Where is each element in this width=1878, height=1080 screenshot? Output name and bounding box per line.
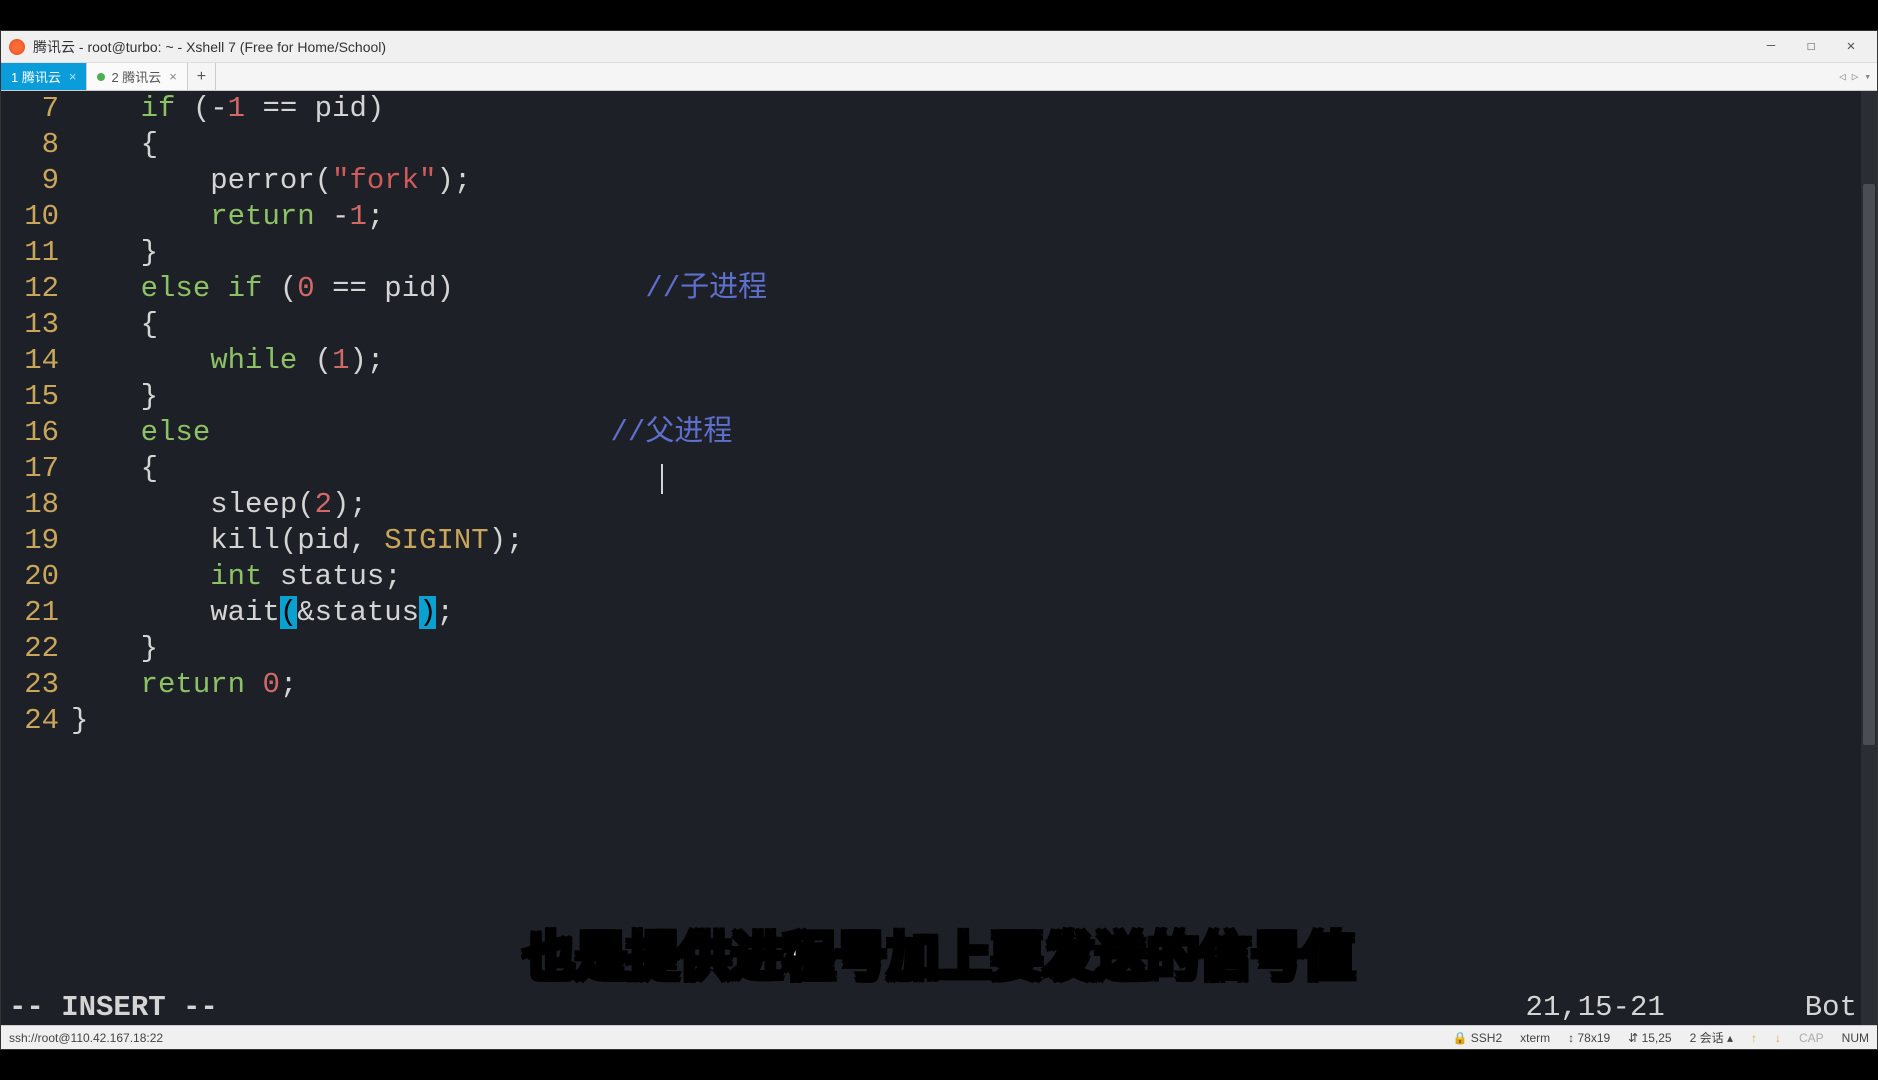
line-number: 7 [1, 91, 71, 127]
vim-cursor-pos: 21,15-21 [1526, 991, 1665, 1024]
vim-mode: -- INSERT -- [1, 991, 1526, 1024]
line-number: 16 [1, 415, 71, 451]
status-right: 🔒 SSH2 xterm ↕ 78x19 ⇵ 15,25 2 会话 ▴ ↑ ↓ … [1452, 1029, 1869, 1046]
code-line: 13 { [1, 307, 1877, 343]
tab-add-button[interactable]: + [188, 63, 216, 90]
status-term: xterm [1520, 1031, 1550, 1045]
editor-area[interactable]: 7 if (-1 == pid) 8 { 9 perror("fork"); 1… [1, 91, 1877, 1025]
status-caps: CAP [1799, 1031, 1824, 1045]
line-number: 18 [1, 487, 71, 523]
code-line: 10 return -1; [1, 199, 1877, 235]
code-line: 17 { [1, 451, 1877, 487]
tab-2[interactable]: 2 腾讯云 × [87, 63, 187, 90]
line-number: 17 [1, 451, 71, 487]
line-number: 22 [1, 631, 71, 667]
line-number: 24 [1, 703, 71, 739]
line-number: 15 [1, 379, 71, 415]
status-cursor: 15,25 [1642, 1031, 1672, 1045]
line-number: 21 [1, 595, 71, 631]
status-size: 78x19 [1577, 1031, 1610, 1045]
upload-icon[interactable]: ↑ [1751, 1031, 1757, 1045]
scrollbar[interactable] [1861, 91, 1877, 1025]
tab-menu-icon[interactable]: ▾ [1862, 70, 1873, 84]
connection-string: ssh://root@110.42.167.18:22 [9, 1031, 1452, 1045]
code-line: 9 perror("fork"); [1, 163, 1877, 199]
app-window: 腾讯云 - root@turbo: ~ - Xshell 7 (Free for… [0, 30, 1878, 1050]
code-line: 23 return 0; [1, 667, 1877, 703]
window-title: 腾讯云 - root@turbo: ~ - Xshell 7 (Free for… [33, 37, 1761, 57]
tab-close-icon[interactable]: × [69, 69, 77, 84]
tab-bar: 1 腾讯云 × 2 腾讯云 × + ◁ ▷ ▾ [1, 63, 1877, 91]
line-number: 23 [1, 667, 71, 703]
vim-status-line: -- INSERT -- 21,15-21 Bot [1, 989, 1877, 1025]
app-icon [9, 39, 25, 55]
scrollbar-thumb[interactable] [1863, 184, 1875, 744]
code-line: 20 int status; [1, 559, 1877, 595]
title-bar: 腾讯云 - root@turbo: ~ - Xshell 7 (Free for… [1, 31, 1877, 63]
status-bar: ssh://root@110.42.167.18:22 🔒 SSH2 xterm… [1, 1025, 1877, 1049]
code-line: 22 } [1, 631, 1877, 667]
line-number: 9 [1, 163, 71, 199]
lock-icon: 🔒 [1452, 1031, 1467, 1045]
code-line: 7 if (-1 == pid) [1, 91, 1877, 127]
code-line: 15 } [1, 379, 1877, 415]
tab-status-dot-icon [97, 73, 105, 81]
bracket-match-close: ) [419, 596, 436, 629]
line-number: 13 [1, 307, 71, 343]
vim-scroll-pos: Bot [1805, 991, 1857, 1024]
tab-label: 1 腾讯云 [11, 67, 61, 86]
code-line: 12 else if (0 == pid) //子进程 [1, 271, 1877, 307]
status-num: NUM [1842, 1031, 1869, 1045]
maximize-button[interactable]: ☐ [1801, 38, 1821, 55]
code-line: 18 sleep(2); [1, 487, 1877, 523]
status-protocol: SSH2 [1471, 1031, 1502, 1045]
tab-nav: ◁ ▷ ▾ [1837, 63, 1873, 90]
status-sessions: 2 会话 [1690, 1031, 1724, 1045]
line-number: 8 [1, 127, 71, 163]
code-line: 19 kill(pid, SIGINT); [1, 523, 1877, 559]
line-number: 20 [1, 559, 71, 595]
line-number: 11 [1, 235, 71, 271]
download-icon[interactable]: ↓ [1775, 1031, 1781, 1045]
code-line: 16 else //父进程 [1, 415, 1877, 451]
code-line: 24 } [1, 703, 1877, 739]
close-button[interactable]: ✕ [1841, 38, 1861, 55]
code-line: 14 while (1); [1, 343, 1877, 379]
bracket-match-open: ( [280, 596, 297, 629]
line-number: 14 [1, 343, 71, 379]
tab-next-icon[interactable]: ▷ [1850, 70, 1861, 84]
line-number: 12 [1, 271, 71, 307]
window-controls: — ☐ ✕ [1761, 38, 1861, 55]
tab-close-icon[interactable]: × [169, 69, 177, 84]
line-number: 19 [1, 523, 71, 559]
chevron-up-icon[interactable]: ▴ [1727, 1031, 1733, 1045]
terminal[interactable]: 7 if (-1 == pid) 8 { 9 perror("fork"); 1… [1, 91, 1877, 1025]
tab-1[interactable]: 1 腾讯云 × [1, 63, 87, 90]
tab-label: 2 腾讯云 [111, 67, 161, 86]
code-line: 11 } [1, 235, 1877, 271]
minimize-button[interactable]: — [1761, 38, 1781, 55]
code-line: 21 wait(&status); [1, 595, 1877, 631]
tab-prev-icon[interactable]: ◁ [1837, 70, 1848, 84]
line-number: 10 [1, 199, 71, 235]
code-line: 8 { [1, 127, 1877, 163]
